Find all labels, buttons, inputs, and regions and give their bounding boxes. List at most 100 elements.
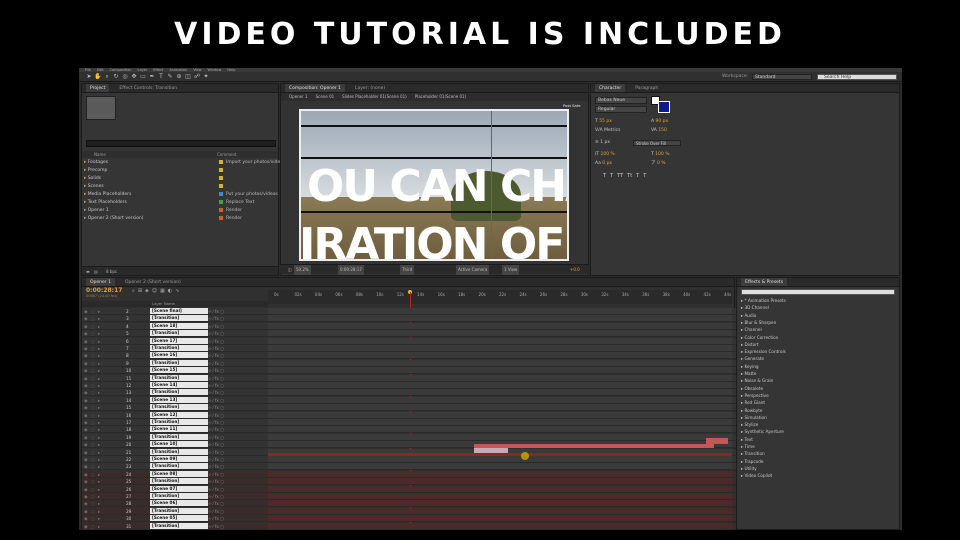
effect-category[interactable]: ▸ Expression Controls [741,349,786,354]
effect-category[interactable]: ▸ Obsolete [741,386,763,391]
layer-name[interactable]: [Transition] [150,419,208,425]
layer-row[interactable]: ◉ ◌ ▸ 7 [Transition] ⊹ ⁄ fx ◻ [82,345,736,352]
layer-track[interactable] [268,485,732,492]
layer-track[interactable] [268,515,732,522]
layer-name[interactable]: [Scene 09] [150,456,208,462]
effect-category[interactable]: ▸ Utility [741,466,757,471]
visibility-icon[interactable]: ◉ ◌ ▸ [84,449,124,456]
layer-row[interactable]: ◉ ◌ ▸ 19 [Transition] ⊹ ⁄ fx ◻ [82,433,736,441]
layer-track[interactable] [268,493,732,499]
pen-tool-icon[interactable]: ✒ [148,73,156,81]
text-style-button[interactable]: T [603,173,606,179]
layer-row[interactable]: ◉ ◌ ▸ 5 [Transition] ⊹ ⁄ fx ◻ [82,330,736,338]
layer-name[interactable]: [Transition] [150,359,208,366]
visibility-icon[interactable]: ◉ ◌ ▸ [84,463,124,470]
layer-track[interactable] [268,315,732,322]
effect-category[interactable]: ▸ Keying [741,364,759,369]
effect-category[interactable]: ▸ Trapcode [741,459,763,464]
layer-bar-scene-09[interactable] [268,453,732,456]
exposure-value[interactable]: +0.0 [570,265,580,275]
effect-category[interactable]: ▸ Transition [741,451,765,456]
layer-track[interactable] [268,426,732,433]
layer-track[interactable] [268,382,732,388]
visibility-icon[interactable]: ◉ ◌ ▸ [84,434,124,441]
project-item[interactable]: ▸ Text Placeholders Replace Text [84,199,276,207]
effect-category[interactable]: ▸ Stylize [741,422,758,427]
effects-search-input[interactable] [741,289,895,295]
breadcrumb-item[interactable]: Scene 01 [316,93,335,101]
layer-name[interactable]: [Transition] [150,404,208,411]
layer-switches[interactable]: ⊹ ⁄ fx ◻ [208,456,248,463]
tab-opener-2[interactable]: Opener 2 (Short version) [125,278,181,286]
brush-tool-icon[interactable]: ✎ [166,73,174,81]
selection-tool-icon[interactable]: ➤ [85,73,93,81]
label-color-swatch[interactable] [219,191,223,196]
font-style-select[interactable]: Regular [595,106,647,113]
visibility-icon[interactable]: ◉ ◌ ▸ [84,315,124,322]
tab-composition[interactable]: Composition: Opener 1 [285,84,345,92]
snapshot-icon[interactable]: ◫ [288,265,292,275]
layer-switches[interactable]: ⊹ ⁄ fx ◻ [208,389,248,396]
layer-name[interactable]: [Scene final] [150,308,208,314]
tab-character[interactable]: Character [595,84,626,92]
breadcrumb-item[interactable]: Placeholder 01(Scene 01) [415,93,466,101]
visibility-icon[interactable]: ◉ ◌ ▸ [84,471,124,478]
layer-track[interactable] [268,367,732,374]
layer-row[interactable]: ◉ ◌ ▸ 12 [Scene 14] ⊹ ⁄ fx ◻ [82,382,736,389]
visibility-icon[interactable]: ◉ ◌ ▸ [84,330,124,337]
layer-row[interactable]: ◉ ◌ ▸ 9 [Transition] ⊹ ⁄ fx ◻ [82,359,736,367]
name-column-header[interactable]: Name [94,151,106,158]
views-select[interactable]: 1 View [502,265,520,275]
visibility-icon[interactable]: ◉ ◌ ▸ [84,523,124,530]
layer-name[interactable]: [Scene 16] [150,352,208,359]
layer-track[interactable] [268,456,732,462]
stroke-width-field[interactable]: ≡ 1 px [595,139,635,147]
visibility-icon[interactable]: ◉ ◌ ▸ [84,367,124,374]
rotate-tool-icon[interactable]: ↻ [112,73,120,81]
layer-track[interactable] [268,463,732,470]
layer-row[interactable]: ◉ ◌ ▸ 3 [Transition] ⊹ ⁄ fx ◻ [82,315,736,323]
layer-track[interactable] [268,411,732,418]
frame-blend-icon[interactable]: ▦ [160,288,165,294]
layer-name[interactable]: [Transition] [150,389,208,396]
label-color-swatch[interactable] [219,215,223,220]
text-style-button[interactable]: T [636,173,639,179]
visibility-icon[interactable]: ◉ ◌ ▸ [84,478,124,485]
search-help-input[interactable]: Search Help [817,74,897,80]
layer-switches[interactable]: ⊹ ⁄ fx ◻ [208,338,248,345]
layer-name[interactable]: [Scene 14] [150,382,208,388]
camera-tool-icon[interactable]: ◎ [121,73,129,81]
layer-switches[interactable]: ⊹ ⁄ fx ◻ [208,493,248,500]
stroke-color-swatch[interactable] [658,101,670,113]
roto-tool-icon[interactable]: ☍ [193,73,201,81]
visibility-icon[interactable]: ◉ ◌ ▸ [84,389,124,396]
visibility-icon[interactable]: ◉ ◌ ▸ [84,397,124,404]
font-family-select[interactable]: Bebas Neue [595,97,647,104]
tracking-field[interactable]: VA 150 [651,127,731,135]
layer-row[interactable]: ◉ ◌ ▸ 13 [Transition] ⊹ ⁄ fx ◻ [82,389,736,397]
clone-tool-icon[interactable]: ⊛ [175,73,183,81]
layer-switches[interactable]: ⊹ ⁄ fx ◻ [208,412,248,419]
layer-track[interactable] [268,470,732,477]
visibility-icon[interactable]: ◉ ◌ ▸ [84,515,124,522]
horizontal-scale-field[interactable]: T 100 % [651,151,711,159]
layer-row[interactable]: ◉ ◌ ▸ 2 [Scene final] ⊹ ⁄ fx ◻ [82,308,736,315]
visibility-icon[interactable]: ◉ ◌ ▸ [84,508,124,515]
effect-category[interactable]: ▸ Distort [741,342,759,347]
layer-row[interactable]: ◉ ◌ ▸ 31 [Transition] ⊹ ⁄ fx ◻ [82,522,736,530]
effect-category[interactable]: ▸ 3D Channel [741,305,769,310]
layer-switches[interactable]: ⊹ ⁄ fx ◻ [208,345,248,352]
zoom-tool-icon[interactable]: ⌕ [103,73,111,81]
label-color-swatch[interactable] [219,167,223,172]
layer-track[interactable] [268,337,732,344]
timeline-timecode[interactable]: 0:00:28:17 [86,287,122,294]
effect-category[interactable]: ▸ Synthetic Aperture [741,429,784,434]
tab-effect-controls[interactable]: Effect Controls: Transition [119,84,177,92]
layer-track[interactable] [268,389,732,396]
zoom-select[interactable]: 50.2% [294,265,311,275]
layer-name[interactable]: [Scene 11] [150,426,208,433]
visibility-icon[interactable]: ◉ ◌ ▸ [84,412,124,419]
layer-name[interactable]: [Transition] [150,315,208,322]
layer-name[interactable]: [Scene 06] [150,500,208,507]
layer-name[interactable]: [Scene 13] [150,396,208,403]
